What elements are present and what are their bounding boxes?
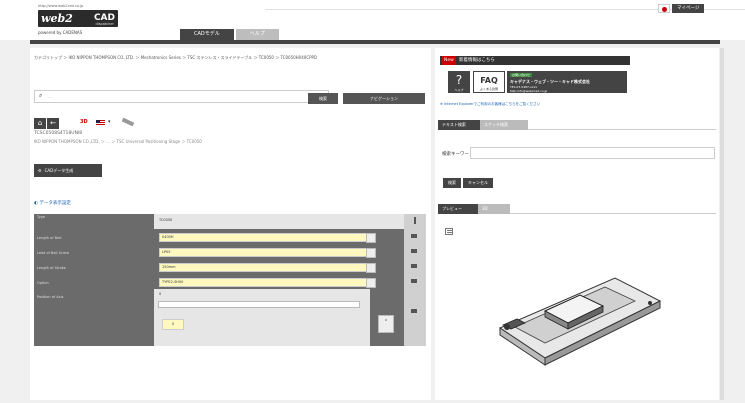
navigation-button[interactable]: ナビゲーション	[343, 93, 425, 104]
row-control[interactable]	[404, 289, 426, 346]
row-control[interactable]	[404, 274, 426, 289]
row-value: 0	[159, 292, 162, 296]
company-contact[interactable]: お問い合わせ キャデナス・ウェブ・ツー・キャド株式会社 TEL:03-5487-…	[507, 71, 627, 93]
row-side-button[interactable]: 0	[378, 315, 394, 333]
display-settings-label: データ表示設定	[39, 201, 71, 206]
tab-cad-model[interactable]: CADモデル	[180, 29, 234, 40]
row-value-field[interactable]: 0400H	[159, 233, 368, 242]
keyword-input[interactable]	[470, 147, 715, 159]
row-value-field[interactable]: 150mm	[159, 263, 368, 272]
tab-text-search[interactable]: テキスト検索	[438, 120, 486, 130]
position-value-field[interactable]: 0	[162, 319, 184, 330]
news-text: 新着情報はこちら	[458, 58, 495, 63]
part-path[interactable]: IKO NIPPON THOMPSON CO.,LTD. ＞ ... ＞ TSC…	[34, 139, 202, 145]
row-value: TC0050	[159, 218, 173, 222]
row-value-field[interactable]: LP05	[159, 248, 368, 257]
search-tabs: テキスト検索 スケッチ検索	[438, 120, 716, 130]
row-select-button[interactable]	[366, 278, 376, 288]
right-panel: New 新着情報はこちら ? ヘルプ FAQ よくある質問 お問い合わせ キャデナス・…	[435, 48, 719, 400]
mypage-button[interactable]: マイページ	[672, 4, 705, 13]
row-label: Position of Axis	[37, 295, 64, 299]
toolbar-icons: ⌂ ←	[34, 118, 60, 129]
scrollbar[interactable]	[720, 48, 724, 400]
display-settings-link[interactable]: ◐ データ表示設定	[34, 200, 71, 206]
tab-help[interactable]: ヘルプ	[235, 29, 279, 40]
left-panel: カテゴリトップ ＞ IKO NIPPON THOMPSON CO.,LTD. ＞…	[30, 48, 431, 400]
logo-tagline: http://www.web2cad.co.jp	[38, 4, 84, 8]
table-row: Option TYPE2-SH00	[34, 274, 426, 290]
row-control[interactable]	[404, 259, 426, 274]
cancel-button[interactable]: キャンセル	[463, 178, 493, 188]
logo-word: web2	[41, 12, 73, 25]
tab-sketch-search[interactable]: スケッチ検索	[480, 120, 528, 130]
row-label: Type	[37, 215, 46, 219]
main-tabs: CADモデル ヘルプ	[180, 29, 281, 40]
generate-cad-label: CADデータ生成	[44, 168, 74, 173]
part-number: TCSC0508S4T18UNI8	[34, 131, 83, 136]
row-select-button[interactable]	[366, 248, 376, 258]
tab-3d[interactable]: 3D	[478, 204, 510, 214]
search-input[interactable]: ⌕ ...	[34, 90, 329, 103]
row-label: Option	[37, 281, 49, 285]
contact-badge: お問い合わせ	[510, 73, 533, 77]
keyword-label: 検索キーワード	[442, 152, 474, 157]
row-value-area: TC0050	[154, 214, 404, 229]
header-divider	[30, 40, 720, 44]
faq-button[interactable]: FAQ よくある質問	[473, 71, 505, 93]
position-slider[interactable]	[158, 301, 360, 308]
row-control[interactable]	[404, 244, 426, 259]
part-thumbnail-icon	[121, 117, 135, 127]
table-row: Position of Axis 0 0 0	[34, 289, 426, 346]
logo-sub: dispatcher	[95, 22, 115, 26]
row-control[interactable]	[404, 229, 426, 244]
us-flag-icon[interactable]	[96, 120, 105, 126]
table-row: Length of Bed 0400H	[34, 229, 426, 245]
preview-area[interactable]	[440, 218, 714, 398]
preview-tabs: プレビュー 3D	[438, 204, 716, 214]
parameter-table: Type TC0050 Length of Bed 0400H Lead of …	[34, 214, 426, 346]
table-row: Lead of Ball Screw LP05	[34, 244, 426, 260]
row-value-field[interactable]: TYPE2-SH00	[159, 278, 368, 287]
help-button[interactable]: ? ヘルプ	[448, 71, 470, 93]
news-badge: New	[442, 56, 456, 65]
list-icon[interactable]	[445, 228, 453, 235]
search-button[interactable]: 検索	[308, 93, 338, 104]
row-control[interactable]	[404, 214, 426, 229]
breadcrumb[interactable]: カテゴリトップ ＞ IKO NIPPON THOMPSON CO.,LTD. ＞…	[34, 53, 424, 62]
module-3d-label[interactable]: 3D	[80, 119, 88, 125]
chevron-down-icon[interactable]: ▾	[108, 119, 111, 125]
help-label: ヘルプ	[454, 88, 464, 92]
home-icon[interactable]: ⌂	[34, 118, 46, 129]
japan-flag-icon[interactable]	[658, 4, 670, 13]
row-select-button[interactable]	[366, 233, 376, 243]
back-arrow-icon[interactable]: ←	[47, 118, 59, 129]
generate-cad-button[interactable]: ⚙ CADデータ生成	[34, 164, 102, 177]
ie-note-link[interactable]: ※ Internet Explorerでご利用のお客様はこちらをご覧ください	[440, 102, 540, 107]
keyword-search-button[interactable]: 検索	[443, 178, 461, 188]
search-icon: ⌕	[39, 92, 43, 99]
table-row: Length of Stroke 150mm	[34, 259, 426, 275]
table-row: Type TC0050	[34, 214, 426, 230]
news-bar[interactable]: New 新着情報はこちら	[440, 56, 630, 65]
row-label: Lead of Ball Screw	[37, 251, 70, 255]
faq-sub: よくある質問	[479, 87, 498, 91]
row-label: Length of Stroke	[37, 266, 66, 270]
gear-icon: ⚙	[38, 168, 42, 173]
company-mail: Mail:info@web2cad.co.jp	[510, 89, 548, 93]
linear-stage-model[interactable]	[495, 273, 665, 368]
powered-by: powered by CADENAS	[38, 30, 83, 35]
row-label: Length of Bed	[37, 236, 62, 240]
search-placeholder: ...	[48, 94, 52, 99]
row-select-button[interactable]	[366, 263, 376, 273]
web2cad-logo[interactable]: web2 CAD dispatcher	[38, 10, 118, 27]
row-value-area: 0 0	[154, 289, 370, 346]
